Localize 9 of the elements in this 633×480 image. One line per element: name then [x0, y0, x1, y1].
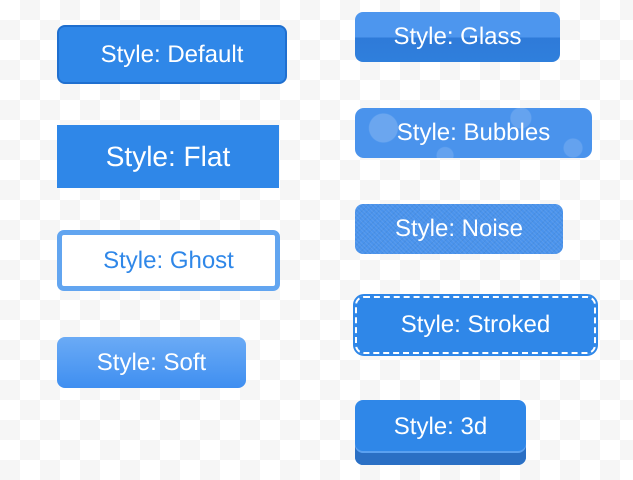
style-button[interactable]: Style: Flat: [57, 125, 279, 188]
style-button[interactable]: Style: 3d: [355, 400, 526, 465]
style-button[interactable]: Style: Default: [57, 25, 287, 84]
style-button[interactable]: Style: Bubbles: [355, 108, 592, 158]
style-button[interactable]: Style: Soft: [57, 337, 246, 388]
style-button[interactable]: Style: Noise: [355, 204, 563, 254]
style-button[interactable]: Style: Ghost: [57, 230, 280, 291]
style-button[interactable]: Style: Glass: [355, 12, 560, 62]
style-button[interactable]: Style: Stroked: [355, 296, 596, 354]
